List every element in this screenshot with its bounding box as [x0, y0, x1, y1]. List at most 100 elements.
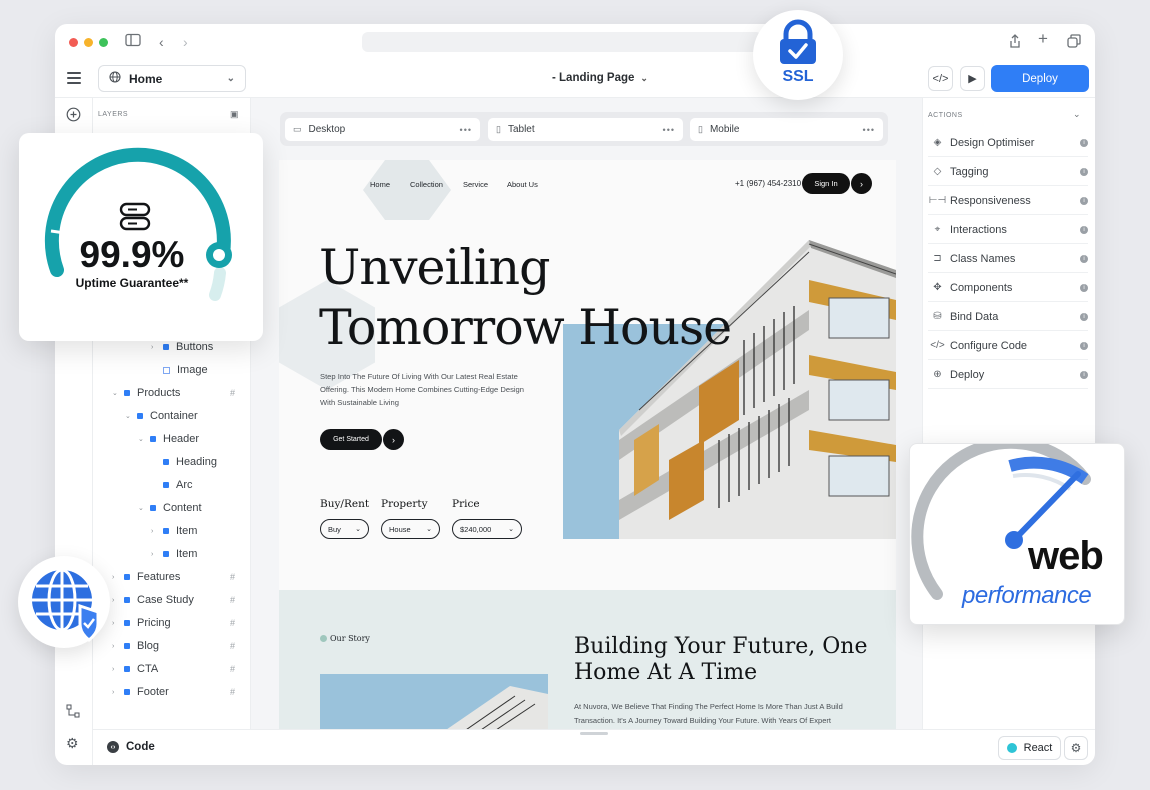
- layer-item[interactable]: ⌄ Products #: [112, 385, 262, 401]
- sidebar-toggle-icon[interactable]: [125, 33, 141, 50]
- layer-item[interactable]: › Blog #: [112, 638, 262, 654]
- more-icon[interactable]: •••: [663, 125, 675, 135]
- action-interactions[interactable]: ⌖ Interactions i: [928, 216, 1088, 244]
- tab-mobile[interactable]: ▯ Mobile •••: [690, 118, 883, 141]
- layer-label: Case Study: [137, 594, 194, 606]
- block-icon: [163, 482, 169, 488]
- minimize-window-dot[interactable]: [84, 38, 93, 47]
- layer-item[interactable]: Image: [151, 362, 208, 378]
- back-icon[interactable]: ‹: [159, 34, 164, 50]
- info-icon[interactable]: i: [1080, 254, 1088, 263]
- price-select[interactable]: $240,000 ⌄: [452, 519, 522, 539]
- code-panel-toggle[interactable]: ‹› Code: [107, 741, 155, 753]
- preview-button[interactable]: ▶: [960, 66, 985, 91]
- action-components[interactable]: ✥ Components i: [928, 274, 1088, 302]
- framework-button[interactable]: React: [998, 736, 1061, 760]
- chevron-right-icon[interactable]: ›: [112, 620, 124, 627]
- chevron-down-icon[interactable]: ⌄: [138, 435, 150, 443]
- chevron-right-icon[interactable]: ›: [112, 574, 124, 581]
- site-nav-home[interactable]: Home: [370, 180, 390, 189]
- info-icon[interactable]: i: [1080, 138, 1088, 147]
- page-select[interactable]: Home ⌄: [98, 65, 246, 92]
- editor-canvas[interactable]: ▭ Desktop ••• ▯ Tablet ••• ▯ Mobile ••• …: [251, 98, 922, 729]
- info-icon[interactable]: i: [1080, 312, 1088, 321]
- panel-toggle-icon[interactable]: ▣: [230, 109, 239, 120]
- info-icon[interactable]: i: [1080, 341, 1088, 350]
- layer-item[interactable]: › Footer #: [112, 684, 262, 700]
- add-icon[interactable]: [66, 107, 81, 125]
- chevron-down-icon[interactable]: ⌄: [138, 504, 150, 512]
- info-icon[interactable]: i: [1080, 283, 1088, 292]
- sign-in-button[interactable]: Sign In: [802, 173, 850, 194]
- info-icon[interactable]: i: [1080, 370, 1088, 379]
- layer-item[interactable]: › Case Study #: [112, 592, 262, 608]
- more-icon[interactable]: •••: [863, 125, 875, 135]
- action-design-optimiser[interactable]: ◈ Design Optimiser i: [928, 129, 1088, 157]
- site-phone: +1 (967) 454-2310: [735, 179, 802, 188]
- chevron-right-icon[interactable]: ›: [112, 643, 124, 650]
- layer-item[interactable]: Arc: [151, 477, 193, 493]
- filter-label-buy-rent: Buy/Rent: [320, 498, 370, 510]
- property-select[interactable]: House ⌄: [381, 519, 440, 539]
- more-icon[interactable]: •••: [460, 125, 472, 135]
- action-responsiveness[interactable]: ⊢⊣ Responsiveness i: [928, 187, 1088, 215]
- arrow-right-icon[interactable]: ›: [851, 173, 872, 194]
- tab-tablet[interactable]: ▯ Tablet •••: [488, 118, 683, 141]
- layer-label: Arc: [176, 479, 193, 491]
- block-icon: [150, 436, 156, 442]
- layer-item[interactable]: ⌄ Content: [138, 500, 202, 516]
- action-tagging[interactable]: ◇ Tagging i: [928, 158, 1088, 186]
- chevron-right-icon[interactable]: ›: [151, 528, 163, 535]
- story-tag: Our Story: [320, 634, 370, 643]
- address-bar[interactable]: [362, 32, 762, 52]
- arrow-right-icon[interactable]: ›: [383, 429, 404, 450]
- monitor-icon: ▭: [293, 124, 302, 134]
- code-view-button[interactable]: </>: [928, 66, 953, 91]
- maximize-window-dot[interactable]: [99, 38, 108, 47]
- hash-icon: #: [230, 572, 236, 582]
- chevron-right-icon[interactable]: ›: [112, 666, 124, 673]
- chevron-right-icon[interactable]: ›: [151, 551, 163, 558]
- info-icon[interactable]: i: [1080, 225, 1088, 234]
- block-icon: [150, 505, 156, 511]
- layer-item[interactable]: › CTA #: [112, 661, 262, 677]
- settings-button[interactable]: ⚙: [1064, 736, 1088, 760]
- duplicate-tabs-icon[interactable]: [1067, 34, 1081, 51]
- layer-item[interactable]: ⌄ Container: [125, 408, 198, 424]
- layer-item[interactable]: › Item: [151, 546, 197, 562]
- share-icon[interactable]: [1009, 34, 1021, 51]
- page-title[interactable]: - Landing Page ⌄: [552, 72, 648, 84]
- forward-icon[interactable]: ›: [183, 34, 188, 50]
- chevron-down-icon[interactable]: ⌄: [1073, 109, 1081, 120]
- layer-item[interactable]: › Features #: [112, 569, 262, 585]
- deploy-button[interactable]: Deploy: [991, 65, 1089, 92]
- site-nav-collection[interactable]: Collection: [410, 180, 443, 189]
- close-window-dot[interactable]: [69, 38, 78, 47]
- action-deploy[interactable]: ⊕ Deploy i: [928, 361, 1088, 389]
- chevron-right-icon[interactable]: ›: [112, 597, 124, 604]
- layer-item[interactable]: › Item: [151, 523, 197, 539]
- info-icon[interactable]: i: [1080, 196, 1088, 205]
- buy-rent-select[interactable]: Buy ⌄: [320, 519, 369, 539]
- menu-icon[interactable]: [67, 72, 81, 87]
- get-started-button[interactable]: Get Started: [320, 429, 382, 450]
- layer-item[interactable]: Heading: [151, 454, 217, 470]
- settings-icon[interactable]: ⚙: [66, 735, 79, 752]
- action-class-names[interactable]: ⊐ Class Names i: [928, 245, 1088, 273]
- new-tab-icon[interactable]: +: [1038, 30, 1048, 47]
- chevron-right-icon[interactable]: ›: [112, 689, 124, 696]
- action-configure-code[interactable]: </> Configure Code i: [928, 332, 1088, 360]
- site-nav-about[interactable]: About Us: [507, 180, 538, 189]
- info-icon[interactable]: i: [1080, 167, 1088, 176]
- layer-item[interactable]: › Pricing #: [112, 615, 262, 631]
- chevron-right-icon[interactable]: ›: [151, 344, 163, 351]
- site-nav-service[interactable]: Service: [463, 180, 488, 189]
- action-bind-data[interactable]: ⛁ Bind Data i: [928, 303, 1088, 331]
- chevron-down-icon[interactable]: ⌄: [125, 412, 137, 420]
- workflow-icon[interactable]: [66, 704, 80, 721]
- layer-item[interactable]: › Buttons: [151, 339, 213, 355]
- tab-desktop[interactable]: ▭ Desktop •••: [285, 118, 480, 141]
- chevron-down-icon[interactable]: ⌄: [112, 389, 124, 397]
- layer-item[interactable]: ⌄ Header: [138, 431, 199, 447]
- resize-handle[interactable]: [580, 732, 608, 735]
